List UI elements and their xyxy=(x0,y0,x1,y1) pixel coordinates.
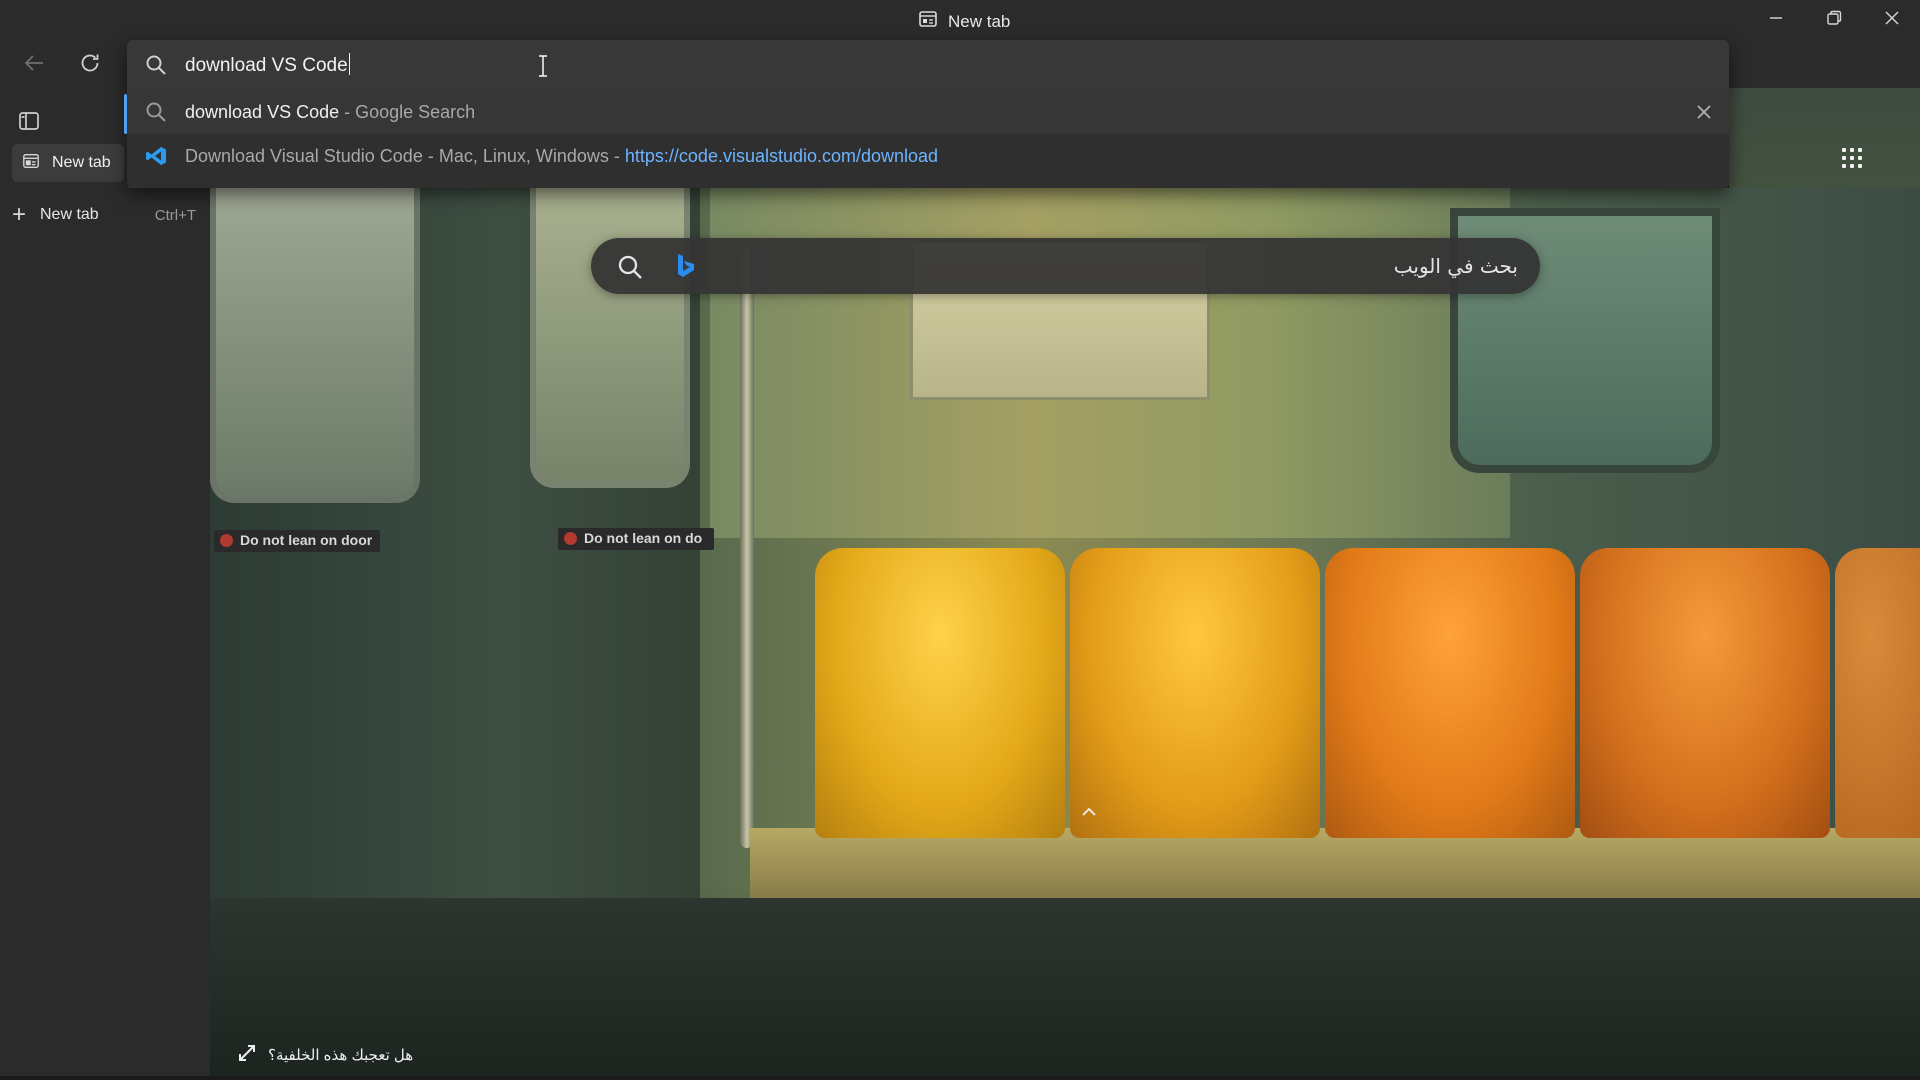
tab-new-tab[interactable]: New tab xyxy=(12,144,124,182)
bottom-edge xyxy=(0,1076,1920,1080)
vscode-icon xyxy=(145,145,167,167)
close-window-button[interactable] xyxy=(1864,0,1920,40)
vertical-tabs-toggle[interactable] xyxy=(18,110,40,132)
window-title-text: New tab xyxy=(948,11,1011,31)
vertical-tabs-icon xyxy=(18,112,40,136)
arrow-left-icon xyxy=(22,51,46,80)
vertical-tabs-pane: New tab + New tab Ctrl+T xyxy=(0,88,210,1080)
expand-icon xyxy=(238,1044,256,1066)
browser-window: New tab New tab + New tab Ctrl+T Do not … xyxy=(0,0,1920,1080)
suggestion-text: download VS Code - Google Search xyxy=(185,102,475,123)
new-tab-button[interactable]: + New tab Ctrl+T xyxy=(12,200,200,230)
apps-grid-icon[interactable] xyxy=(1842,148,1866,172)
background-feedback[interactable]: هل تعجبك هذه الخلفية؟ xyxy=(238,1044,413,1066)
search-icon[interactable] xyxy=(616,253,644,281)
address-bar-dropdown: download VS Code download VS Code - Goog… xyxy=(124,40,1729,188)
web-search-placeholder: بحث في الويب xyxy=(1393,254,1518,278)
suggestion-search[interactable]: download VS Code - Google Search xyxy=(124,90,1729,134)
background-image: Do not lean on door Do not lean on do xyxy=(210,188,1920,1080)
tab-page-icon xyxy=(22,152,40,175)
close-icon xyxy=(1884,10,1900,31)
remove-suggestion-button[interactable] xyxy=(1693,101,1715,123)
title-bar: New tab xyxy=(0,0,1920,40)
back-button[interactable] xyxy=(16,48,52,82)
door-sign: Do not lean on door xyxy=(214,530,381,552)
search-icon xyxy=(145,54,167,76)
door-sign: Do not lean on do xyxy=(558,528,714,550)
new-tab-page: Do not lean on door Do not lean on do xyxy=(210,188,1920,1080)
restore-button[interactable] xyxy=(1806,0,1862,40)
address-input[interactable]: download VS Code xyxy=(185,53,350,77)
suggestion-title: Download Visual Studio Code - Mac, Linux… xyxy=(185,146,609,166)
plus-icon: + xyxy=(12,201,27,228)
tab-page-icon xyxy=(918,9,938,34)
suggestion-separator: - xyxy=(339,102,356,122)
suggestion-query: download VS Code xyxy=(185,102,340,122)
suggestion-url[interactable]: https://code.visualstudio.com/download xyxy=(625,146,938,166)
text-caret xyxy=(348,53,350,75)
minimize-button[interactable] xyxy=(1748,0,1804,40)
refresh-icon xyxy=(78,51,102,80)
search-icon xyxy=(145,101,167,123)
address-input-value: download VS Code xyxy=(185,55,348,76)
web-search-box[interactable]: بحث في الويب xyxy=(591,238,1540,294)
background-feedback-text: هل تعجبك هذه الخلفية؟ xyxy=(268,1047,414,1064)
restore-icon xyxy=(1826,10,1842,31)
tab-label: New tab xyxy=(52,154,111,171)
suggestion-engine: Google Search xyxy=(355,102,476,122)
chevron-up-icon[interactable] xyxy=(1080,804,1098,816)
ibeam-cursor-icon xyxy=(537,54,549,78)
page-background-top xyxy=(1729,88,1920,188)
minimize-icon xyxy=(1769,11,1783,30)
suggestion-text: Download Visual Studio Code - Mac, Linux… xyxy=(185,146,938,167)
refresh-button[interactable] xyxy=(72,48,108,82)
new-tab-label: New tab xyxy=(40,206,99,223)
suggestion-separator: - xyxy=(608,146,625,166)
address-bar[interactable]: download VS Code xyxy=(127,40,1729,90)
window-title: New tab xyxy=(918,9,1010,34)
new-tab-shortcut: Ctrl+T xyxy=(154,206,196,224)
suggestion-site[interactable]: Download Visual Studio Code - Mac, Linux… xyxy=(127,134,1729,178)
bing-icon xyxy=(675,252,697,280)
